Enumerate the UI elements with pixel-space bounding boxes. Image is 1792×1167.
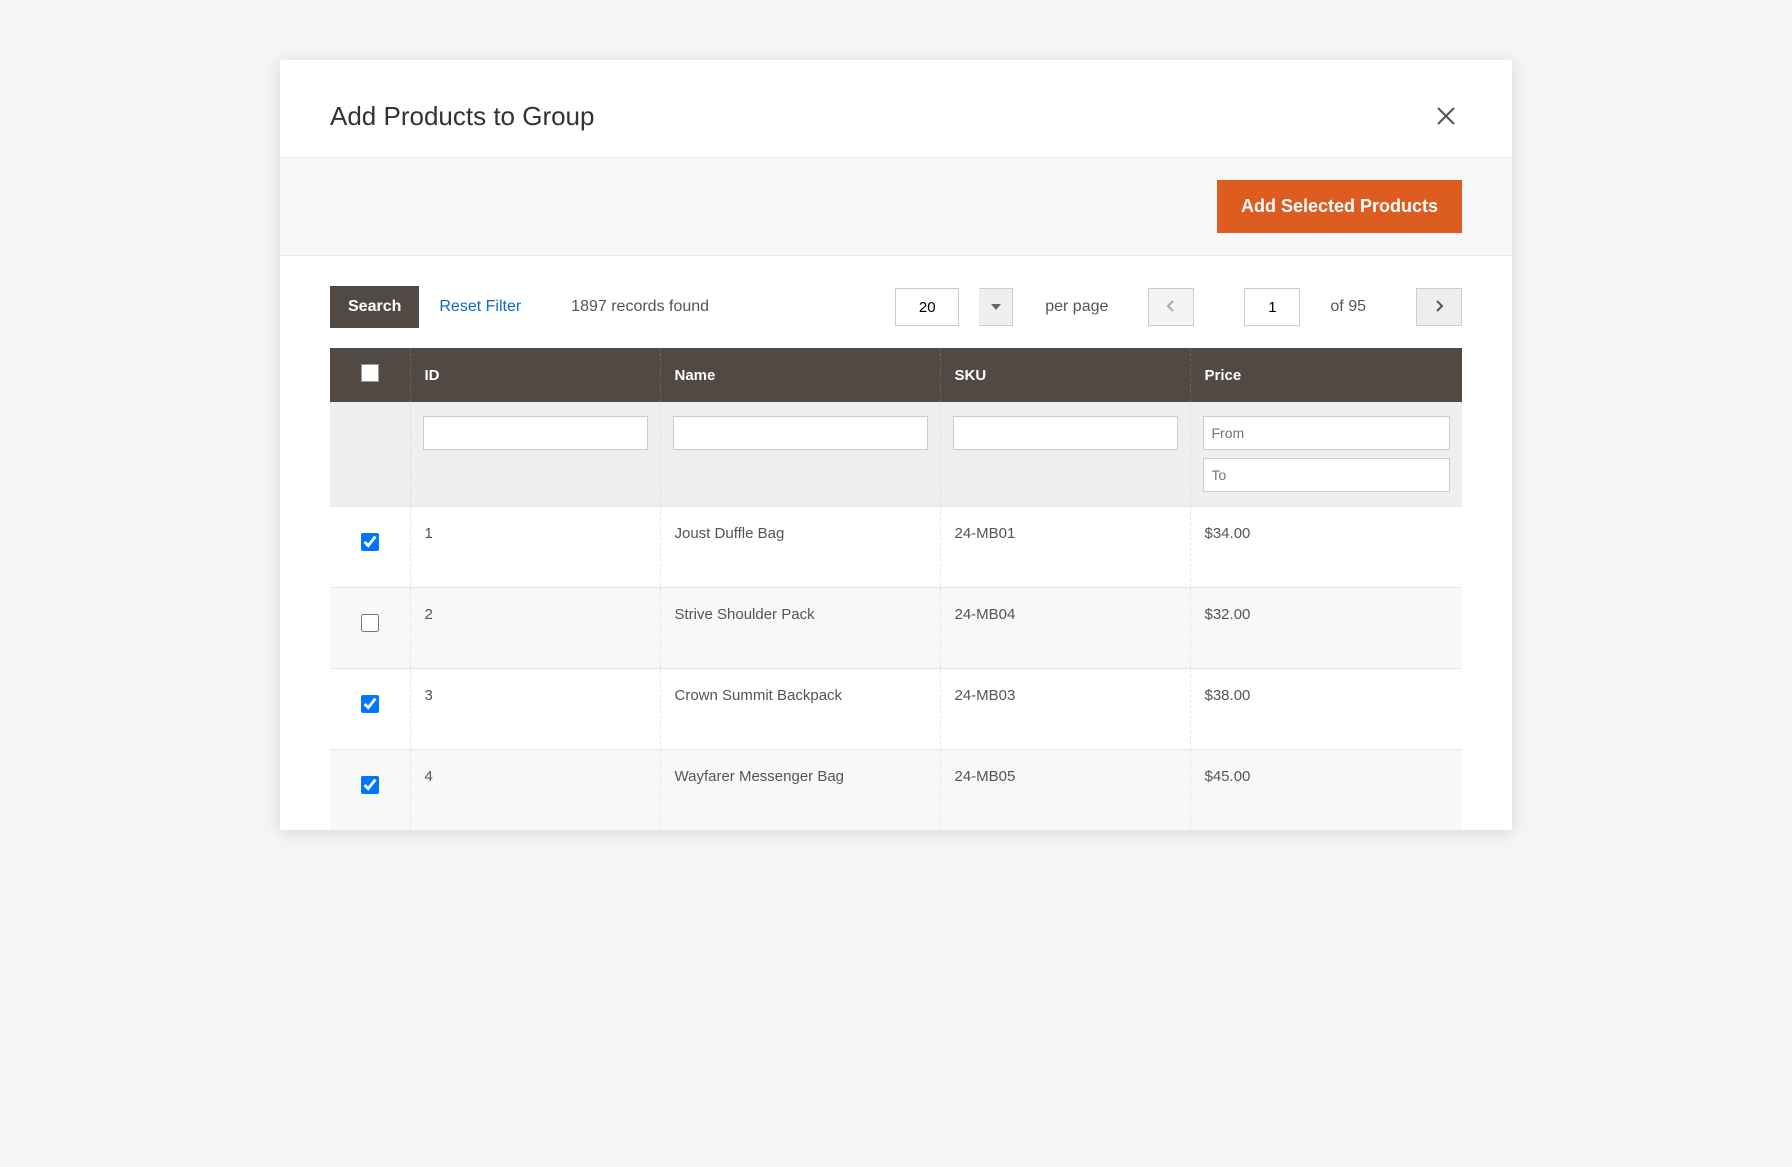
select-all-checkbox[interactable] (361, 364, 379, 382)
modal-title: Add Products to Group (330, 101, 594, 132)
row-checkbox[interactable] (361, 533, 379, 551)
cell-id: 1 (410, 507, 660, 588)
of-pages-label: of 95 (1330, 298, 1366, 316)
cell-sku: 24-MB05 (940, 750, 1190, 831)
column-header-sku[interactable]: SKU (940, 348, 1190, 402)
filter-sku-input[interactable] (953, 416, 1178, 450)
filter-price-from-input[interactable] (1203, 416, 1451, 450)
cell-sku: 24-MB01 (940, 507, 1190, 588)
column-header-price[interactable]: Price (1190, 348, 1462, 402)
close-button[interactable] (1430, 100, 1462, 132)
next-page-button[interactable] (1416, 288, 1462, 326)
filter-row (330, 402, 1462, 507)
row-checkbox[interactable] (361, 614, 379, 632)
table-row[interactable]: 2Strive Shoulder Pack24-MB04$32.00 (330, 588, 1462, 669)
product-grid-container: ID Name SKU Price 1Joust (280, 348, 1512, 830)
records-found-text: 1897 records found (571, 298, 709, 316)
filter-id-input[interactable] (423, 416, 648, 450)
cell-price: $32.00 (1190, 588, 1462, 669)
cell-name: Wayfarer Messenger Bag (660, 750, 940, 831)
cell-name: Joust Duffle Bag (660, 507, 940, 588)
page-size-dropdown-button[interactable] (979, 288, 1013, 326)
chevron-left-icon (1166, 299, 1176, 316)
cell-price: $45.00 (1190, 750, 1462, 831)
filter-price-to-input[interactable] (1203, 458, 1451, 492)
cell-sku: 24-MB03 (940, 669, 1190, 750)
filter-name-input[interactable] (673, 416, 928, 450)
table-row[interactable]: 4Wayfarer Messenger Bag24-MB05$45.00 (330, 750, 1462, 831)
prev-page-button[interactable] (1148, 288, 1194, 326)
row-checkbox[interactable] (361, 776, 379, 794)
action-bar: Add Selected Products (280, 157, 1512, 256)
per-page-label: per page (1045, 298, 1108, 316)
modal-add-products: Add Products to Group Add Selected Produ… (280, 60, 1512, 830)
modal-header: Add Products to Group (280, 60, 1512, 157)
cell-name: Crown Summit Backpack (660, 669, 940, 750)
product-grid: ID Name SKU Price 1Joust (330, 348, 1462, 830)
cell-name: Strive Shoulder Pack (660, 588, 940, 669)
caret-down-icon (991, 304, 1001, 310)
cell-price: $38.00 (1190, 669, 1462, 750)
table-row[interactable]: 1Joust Duffle Bag24-MB01$34.00 (330, 507, 1462, 588)
page-size-input[interactable] (895, 288, 959, 326)
chevron-right-icon (1434, 299, 1444, 316)
column-header-name[interactable]: Name (660, 348, 940, 402)
cell-id: 4 (410, 750, 660, 831)
cell-price: $34.00 (1190, 507, 1462, 588)
grid-toolbar: Search Reset Filter 1897 records found p… (280, 256, 1512, 348)
cell-sku: 24-MB04 (940, 588, 1190, 669)
search-button[interactable]: Search (330, 286, 419, 328)
cell-id: 3 (410, 669, 660, 750)
close-icon (1434, 104, 1458, 128)
table-row[interactable]: 3Crown Summit Backpack24-MB03$38.00 (330, 669, 1462, 750)
column-header-id[interactable]: ID (410, 348, 660, 402)
add-selected-products-button[interactable]: Add Selected Products (1217, 180, 1462, 233)
cell-id: 2 (410, 588, 660, 669)
current-page-input[interactable] (1244, 288, 1300, 326)
row-checkbox[interactable] (361, 695, 379, 713)
reset-filter-link[interactable]: Reset Filter (439, 298, 521, 316)
